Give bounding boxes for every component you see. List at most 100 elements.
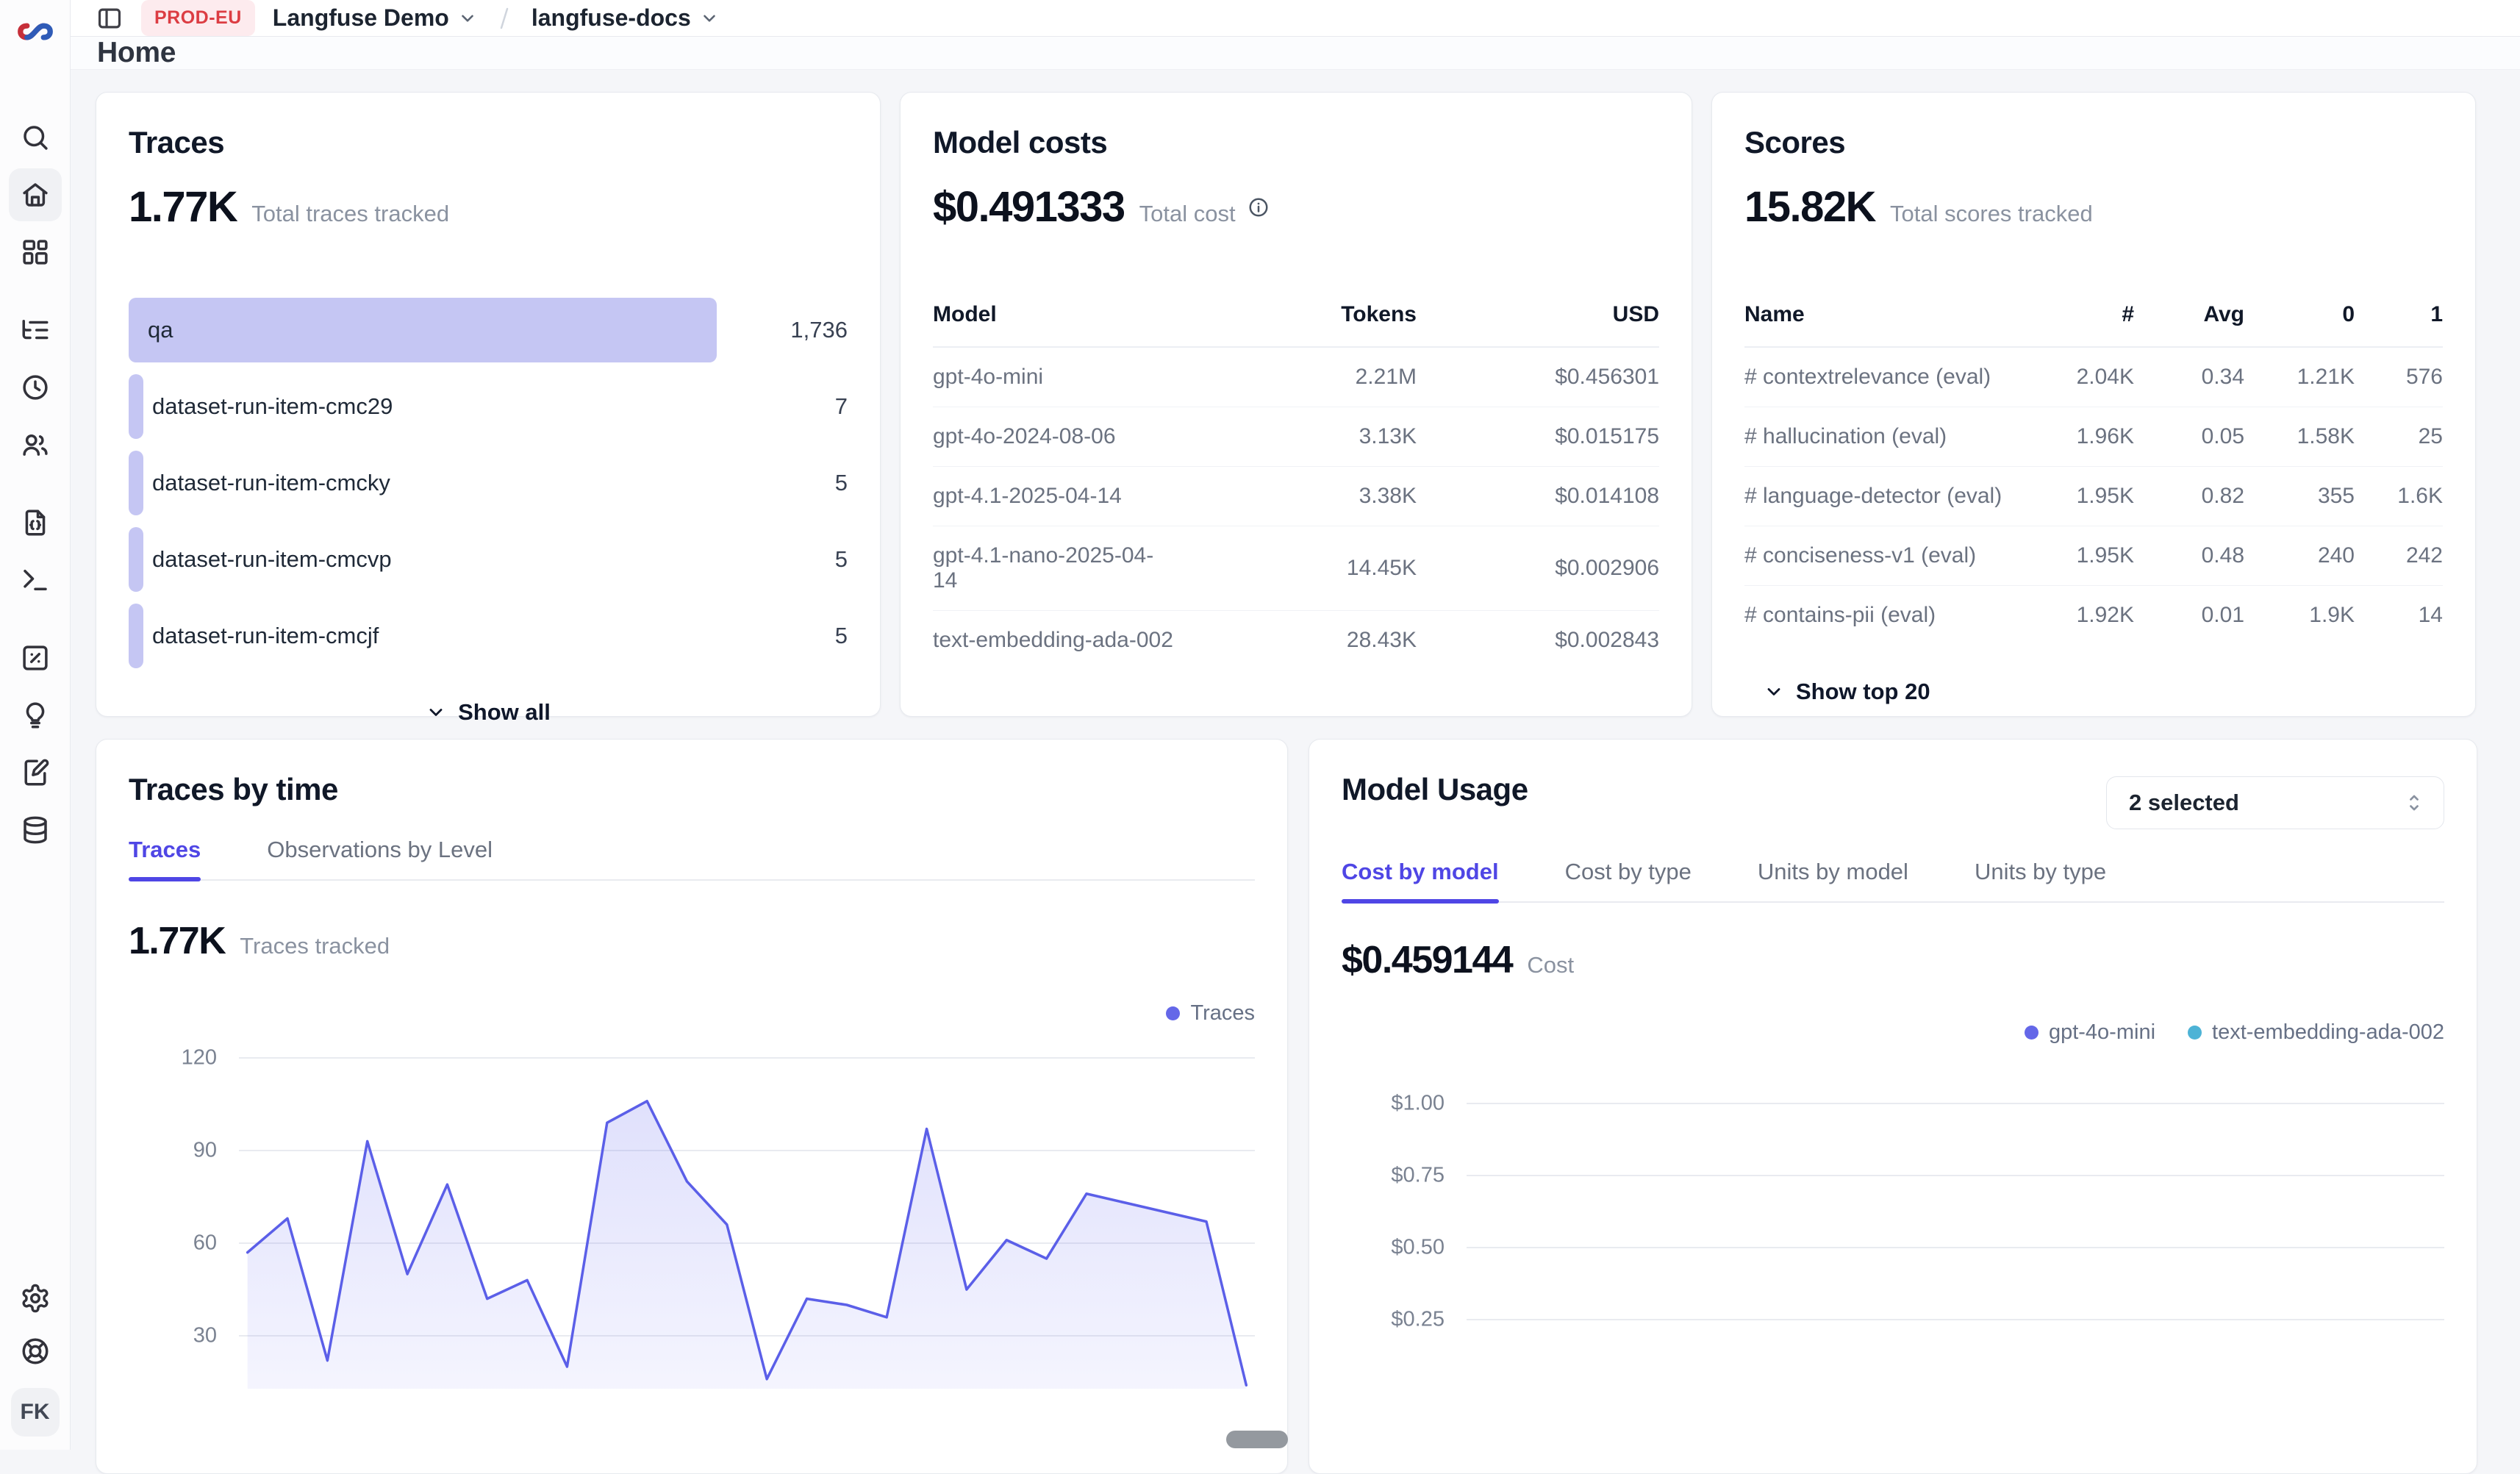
langfuse-logo-icon	[15, 12, 55, 51]
trace-bar-row[interactable]: dataset-run-item-cmc297	[129, 368, 848, 445]
grid-icon	[20, 237, 51, 268]
traces-card: Traces 1.77K Total traces tracked qa1,73…	[96, 92, 881, 717]
row-value: 1.95K	[2024, 526, 2134, 586]
card-title: Scores	[1744, 125, 2443, 160]
chevron-down-icon	[700, 9, 719, 28]
page-title: Home	[97, 37, 176, 69]
trace-bar-row[interactable]: dataset-run-item-cmcvp 5	[129, 521, 848, 598]
show-all-button[interactable]: Show all	[129, 699, 848, 726]
scores-total: 15.82K	[1744, 182, 1875, 232]
sidebar-item-home[interactable]	[9, 168, 62, 221]
sidebar-item-percent-square[interactable]	[9, 632, 62, 684]
total-cost-label: Total cost	[1139, 201, 1236, 227]
sidebar-toggle-button[interactable]	[96, 4, 124, 32]
column-header: 0	[2244, 302, 2355, 347]
y-axis-tick: 60	[129, 1231, 217, 1256]
row-value: 14	[2355, 586, 2443, 645]
info-icon[interactable]	[1248, 196, 1270, 218]
bar	[129, 374, 143, 439]
gear-icon	[20, 1283, 51, 1314]
show-top-20-button[interactable]: Show top 20	[1764, 679, 2443, 705]
percent-square-icon	[20, 643, 51, 673]
row-label: # language-detector (eval)	[1744, 467, 2024, 526]
sidebar-item-clock[interactable]	[9, 361, 62, 414]
y-axis-tick: 120	[129, 1046, 217, 1070]
table-row: gpt-4o-2024-08-063.13K$0.015175	[933, 407, 1659, 467]
tab-observations-by-level[interactable]: Observations by Level	[267, 837, 493, 879]
table-row: # contextrelevance (eval)2.04K0.341.21K5…	[1744, 347, 2443, 407]
y-axis-tick: $0.75	[1342, 1164, 1445, 1188]
panel-left-icon	[96, 4, 124, 32]
sidebar-item-search[interactable]	[9, 111, 62, 164]
users-icon	[20, 429, 51, 460]
column-header: 1	[2355, 302, 2443, 347]
row-value: 2.21M	[1174, 347, 1417, 407]
sidebar-item-database[interactable]	[9, 804, 62, 856]
y-axis-tick: $1.00	[1342, 1092, 1445, 1116]
trace-bar-row[interactable]: dataset-run-item-cmcjf5	[129, 598, 848, 674]
trace-bar-row[interactable]: dataset-run-item-cmcky5	[129, 445, 848, 521]
scores-card: Scores 15.82K Total scores tracked Name#…	[1711, 92, 2476, 717]
sidebar-nav	[9, 109, 62, 859]
row-label: gpt-4.1-2025-04-14	[933, 467, 1174, 526]
column-header: Model	[933, 302, 1174, 347]
legend-dot-icon	[1166, 1006, 1180, 1020]
sidebar-item-lifebuoy[interactable]	[12, 1328, 59, 1375]
row-value: $0.002906	[1417, 526, 1659, 611]
column-header: Avg	[2134, 302, 2244, 347]
tab-cost-by-type[interactable]: Cost by type	[1565, 859, 1692, 901]
row-value: 0.01	[2134, 586, 2244, 645]
traces-total-label: Total traces tracked	[251, 201, 449, 227]
model-costs-card: Model costs $0.491333 Total cost ModelTo…	[900, 92, 1692, 717]
org-breadcrumb[interactable]: Langfuse Demo	[273, 4, 477, 32]
sidebar-item-list-tree[interactable]	[9, 304, 62, 357]
model-usage-chart: $1.00$0.75$0.50$0.25	[1342, 1074, 2444, 1348]
clock-icon	[20, 372, 51, 403]
project-breadcrumb[interactable]: langfuse-docs	[531, 4, 719, 32]
row-value: 1.95K	[2024, 467, 2134, 526]
bar	[129, 604, 143, 668]
trace-count: 5	[737, 546, 848, 573]
lightbulb-icon	[20, 700, 51, 731]
card-title: Traces	[129, 125, 848, 160]
trace-bar-row[interactable]: qa1,736	[129, 292, 848, 368]
card-title: Model costs	[933, 125, 1659, 160]
horizontal-scrollbar-thumb[interactable]	[1226, 1431, 1288, 1448]
sidebar-item-file-code[interactable]	[9, 496, 62, 549]
y-axis-tick: 90	[129, 1139, 217, 1163]
sidebar-item-gear[interactable]	[12, 1275, 59, 1322]
trace-name: dataset-run-item-cmcvp	[152, 546, 392, 573]
legend-item: text-embedding-ada-002	[2188, 1020, 2444, 1045]
sidebar-item-users[interactable]	[9, 418, 62, 471]
breadcrumb-slash-icon	[495, 6, 514, 31]
sidebar-item-terminal[interactable]	[9, 554, 62, 607]
sidebar-bottom: FK	[11, 1272, 60, 1450]
row-value: $0.456301	[1417, 347, 1659, 407]
home-icon	[20, 179, 51, 210]
total-cost: $0.491333	[933, 182, 1125, 232]
y-axis-tick: $0.50	[1342, 1236, 1445, 1260]
column-header: USD	[1417, 302, 1659, 347]
tab-units-by-type[interactable]: Units by type	[1975, 859, 2106, 901]
row-value: 355	[2244, 467, 2355, 526]
tab-cost-by-model[interactable]: Cost by model	[1342, 859, 1499, 901]
trace-name: dataset-run-item-cmcky	[152, 470, 390, 496]
tab-traces[interactable]: Traces	[129, 837, 201, 879]
tab-units-by-model[interactable]: Units by model	[1758, 859, 1908, 901]
traces-tracked-label: Traces tracked	[240, 933, 390, 959]
row-value: 0.34	[2134, 347, 2244, 407]
sidebar-item-clipboard-pen[interactable]	[9, 746, 62, 799]
avatar[interactable]: FK	[11, 1388, 60, 1437]
sidebar-item-lightbulb[interactable]	[9, 689, 62, 742]
model-selector[interactable]: 2 selected	[2106, 776, 2444, 829]
row-value: 1.96K	[2024, 407, 2134, 467]
row-value: $0.015175	[1417, 407, 1659, 467]
chart-legend: Traces	[129, 1001, 1255, 1026]
row-value: 1.58K	[2244, 407, 2355, 467]
y-axis-tick: 30	[129, 1324, 217, 1348]
trace-count: 7	[737, 393, 848, 420]
terminal-icon	[20, 565, 51, 595]
sidebar-item-grid[interactable]	[9, 226, 62, 279]
lifebuoy-icon	[20, 1336, 51, 1367]
line-chart-svg	[1467, 1074, 2444, 1348]
